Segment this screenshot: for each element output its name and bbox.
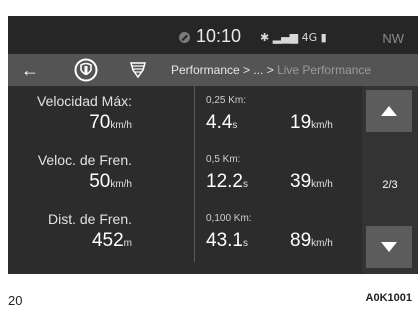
metric-value: 70km/h	[89, 112, 132, 134]
manual-page-number: 20	[8, 293, 23, 308]
back-arrow-icon: ←	[21, 59, 39, 80]
network-4g-label: 4G	[301, 31, 318, 44]
mute-icon	[179, 32, 190, 43]
metric-number: 50	[89, 171, 111, 192]
metric-number: 452	[91, 230, 124, 251]
interval-speed: 39km/h	[290, 171, 333, 193]
metric-unit: km/h	[110, 179, 132, 190]
speed-unit: km/h	[311, 120, 333, 131]
speed-number: 39	[290, 171, 312, 192]
interval-label: 0,5 Km:	[206, 154, 241, 165]
connectivity-icons: ✱ ▂▄▆ 4G ▮	[260, 31, 327, 44]
grille-icon[interactable]	[129, 61, 147, 79]
interval-time: 4.4s	[206, 112, 237, 134]
time-number: 12.2	[206, 171, 243, 192]
list-item: Dist. de Fren. 452m 0,100 Km: 43.1s 89km…	[8, 204, 362, 262]
breadcrumb-path[interactable]: Performance > ... >	[171, 63, 277, 77]
interval-speed: 89km/h	[290, 230, 333, 252]
metric-label: Velocidad Máx:	[37, 93, 132, 109]
interval-time: 12.2s	[206, 171, 248, 193]
speed-unit: km/h	[311, 179, 333, 190]
head-unit-screen: 10:10 ✱ ▂▄▆ 4G ▮ NW ← Performance > ... …	[8, 16, 418, 274]
toolbar: ← Performance > ... > Live Performance	[8, 54, 418, 86]
time-number: 43.1	[206, 230, 243, 251]
triangle-up-icon	[381, 106, 397, 116]
signal-icon: ▂▄▆	[272, 31, 299, 44]
interval-time: 43.1s	[206, 230, 248, 252]
metric-label: Veloc. de Fren.	[37, 152, 132, 168]
breadcrumb-current: Live Performance	[277, 63, 372, 77]
metric-number: 70	[89, 112, 111, 133]
scroll-up-button[interactable]	[366, 90, 412, 132]
interval-speed: 19km/h	[290, 112, 333, 134]
figure-code: A0K1001	[365, 292, 412, 304]
back-button[interactable]: ←	[8, 54, 52, 86]
time-number: 4.4	[206, 112, 233, 133]
metric-value: 50km/h	[89, 171, 132, 193]
scroll-down-button[interactable]	[366, 226, 412, 268]
status-bar: 10:10 ✱ ▂▄▆ 4G ▮ NW	[8, 16, 418, 54]
clock: 10:10	[196, 26, 242, 46]
speed-number: 89	[290, 230, 312, 251]
speed-number: 19	[290, 112, 312, 133]
list-item: Veloc. de Fren. 50km/h 0,5 Km: 12.2s 39k…	[8, 145, 362, 203]
page-indicator: 2/3	[382, 179, 398, 191]
triangle-down-icon	[381, 242, 397, 252]
speed-unit: km/h	[311, 238, 333, 249]
brand-logo-icon[interactable]	[74, 58, 98, 82]
metric-label: Dist. de Fren.	[47, 211, 132, 227]
interval-label: 0,25 Km:	[206, 95, 247, 106]
interval-label: 0,100 Km:	[206, 213, 252, 224]
battery-icon: ▮	[320, 31, 327, 44]
pager-controls: 2/3	[362, 86, 418, 274]
metric-unit: km/h	[110, 120, 132, 131]
time-unit: s	[242, 179, 248, 190]
compass-heading: NW	[382, 31, 404, 46]
time-unit: s	[232, 120, 238, 131]
performance-panel: Velocidad Máx: 70km/h 0,25 Km: 4.4s 19km…	[8, 86, 418, 274]
metric-value: 452m	[92, 230, 132, 252]
breadcrumb: Performance > ... > Live Performance	[171, 63, 371, 77]
time-unit: s	[242, 238, 248, 249]
list-item: Velocidad Máx: 70km/h 0,25 Km: 4.4s 19km…	[8, 86, 362, 144]
bluetooth-icon: ✱	[260, 31, 270, 44]
metric-unit: m	[123, 238, 132, 249]
